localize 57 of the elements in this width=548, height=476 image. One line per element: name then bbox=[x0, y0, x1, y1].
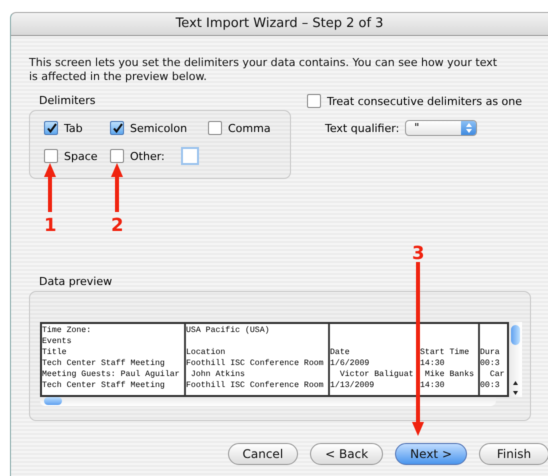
annotation-number: 3 bbox=[412, 244, 425, 264]
table-cell: USA Pacific (USA) bbox=[186, 326, 270, 335]
table-cell: Start Time bbox=[420, 348, 470, 357]
table-cell: Location bbox=[186, 348, 226, 357]
dialog-button[interactable]: Next > bbox=[395, 443, 467, 465]
table-cell: 1/6/2009 bbox=[330, 359, 370, 368]
scroll-thumb[interactable] bbox=[44, 397, 62, 405]
checkbox-label: Comma bbox=[228, 122, 271, 134]
annotation-arrow bbox=[43, 163, 57, 212]
checkbox[interactable] bbox=[110, 149, 124, 163]
table-cell: Title bbox=[42, 348, 67, 357]
annotation-number: 1 bbox=[44, 216, 57, 236]
table-cell: 00:3 bbox=[480, 381, 500, 390]
scroll-thumb[interactable] bbox=[511, 325, 520, 345]
dialog-button[interactable]: < Back bbox=[310, 443, 384, 465]
table-cell: Date bbox=[330, 348, 350, 357]
checkbox-label: Treat consecutive delimiters as one bbox=[327, 94, 522, 108]
vertical-scrollbar[interactable] bbox=[509, 322, 522, 397]
window-title: Text Import Wizard – Step 2 of 3 bbox=[11, 13, 548, 36]
checkbox[interactable] bbox=[44, 121, 58, 135]
table-cell: 00:3 bbox=[480, 359, 500, 368]
scroll-arrows-icon[interactable] bbox=[512, 379, 519, 397]
horizontal-scrollbar[interactable] bbox=[40, 397, 496, 406]
checkbox[interactable] bbox=[307, 94, 321, 108]
table-cell: 1/13/2009 bbox=[330, 381, 374, 390]
checkbox-label: Other: bbox=[130, 150, 165, 162]
intro-text: This screen lets you set the delimiters your data contains. You can see how your text is affected in the preview below. bbox=[29, 56, 498, 84]
checkbox[interactable] bbox=[110, 121, 124, 135]
table-cell-text: Victor Baliguat bbox=[338, 370, 414, 379]
other-input-field[interactable] bbox=[180, 147, 199, 165]
table-cell-text: Car bbox=[488, 370, 505, 379]
checkbox-label: Semicolon bbox=[130, 122, 188, 134]
group-label: Data preview bbox=[39, 275, 114, 288]
table-cell: 14:30 bbox=[420, 359, 445, 368]
text-qualifier-dropdown[interactable]: " bbox=[405, 120, 478, 136]
dialog-button[interactable]: Cancel bbox=[228, 443, 298, 465]
annotation-arrow bbox=[110, 163, 124, 212]
table-cell-text: John Atkins bbox=[190, 370, 245, 379]
text-qualifier-label: Text qualifier: bbox=[325, 122, 400, 134]
annotation-number: 2 bbox=[111, 216, 124, 236]
table-cell: Foothill ISC Conference Room bbox=[186, 381, 324, 390]
checkbox-label: Space bbox=[64, 150, 98, 162]
table-cell: Dura bbox=[480, 348, 500, 357]
table-cell: 14:30 bbox=[420, 381, 445, 390]
table-cell-text: Mike Banks bbox=[424, 370, 474, 379]
checkbox[interactable] bbox=[44, 149, 58, 163]
group-label: Delimiters bbox=[39, 94, 96, 107]
table-cell: Time Zone: bbox=[42, 326, 92, 335]
table-cell: Tech Center Staff Meeting bbox=[42, 359, 165, 368]
stepper-icon bbox=[461, 121, 476, 135]
table-cell: Events bbox=[42, 337, 72, 346]
table-cell: Tech Center Staff Meeting bbox=[42, 381, 165, 390]
table-cell: Foothill ISC Conference Room bbox=[186, 359, 324, 368]
table-cell: Meeting Guests: Paul Aguilar bbox=[42, 370, 180, 379]
checkbox-label: Tab bbox=[64, 122, 83, 134]
dialog-button[interactable]: Finish bbox=[479, 443, 548, 465]
checkbox[interactable] bbox=[208, 121, 222, 135]
